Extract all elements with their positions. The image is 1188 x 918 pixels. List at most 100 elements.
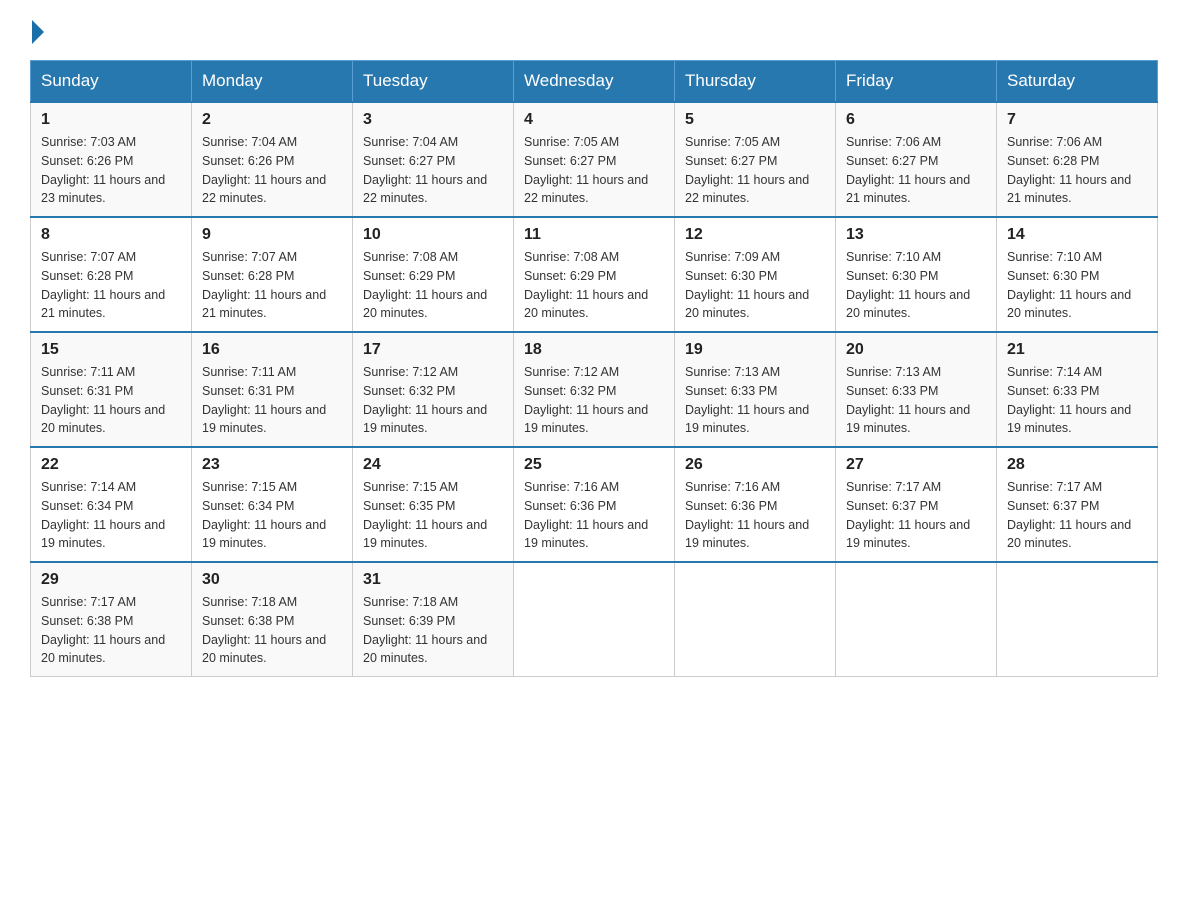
- day-info: Sunrise: 7:13 AM Sunset: 6:33 PM Dayligh…: [846, 363, 986, 438]
- day-info: Sunrise: 7:08 AM Sunset: 6:29 PM Dayligh…: [524, 248, 664, 323]
- day-number: 22: [41, 456, 181, 474]
- day-info: Sunrise: 7:15 AM Sunset: 6:34 PM Dayligh…: [202, 478, 342, 553]
- day-number: 1: [41, 111, 181, 129]
- calendar-week-row: 15 Sunrise: 7:11 AM Sunset: 6:31 PM Dayl…: [31, 332, 1158, 447]
- calendar-table: SundayMondayTuesdayWednesdayThursdayFrid…: [30, 60, 1158, 677]
- day-number: 15: [41, 341, 181, 359]
- day-number: 6: [846, 111, 986, 129]
- day-info: Sunrise: 7:11 AM Sunset: 6:31 PM Dayligh…: [202, 363, 342, 438]
- day-number: 21: [1007, 341, 1147, 359]
- calendar-cell: [997, 562, 1158, 677]
- day-number: 29: [41, 571, 181, 589]
- calendar-header-friday: Friday: [836, 61, 997, 103]
- day-info: Sunrise: 7:09 AM Sunset: 6:30 PM Dayligh…: [685, 248, 825, 323]
- day-info: Sunrise: 7:12 AM Sunset: 6:32 PM Dayligh…: [363, 363, 503, 438]
- day-number: 10: [363, 226, 503, 244]
- day-info: Sunrise: 7:14 AM Sunset: 6:34 PM Dayligh…: [41, 478, 181, 553]
- day-info: Sunrise: 7:17 AM Sunset: 6:37 PM Dayligh…: [1007, 478, 1147, 553]
- day-info: Sunrise: 7:16 AM Sunset: 6:36 PM Dayligh…: [524, 478, 664, 553]
- day-info: Sunrise: 7:17 AM Sunset: 6:37 PM Dayligh…: [846, 478, 986, 553]
- day-info: Sunrise: 7:12 AM Sunset: 6:32 PM Dayligh…: [524, 363, 664, 438]
- calendar-cell: 5 Sunrise: 7:05 AM Sunset: 6:27 PM Dayli…: [675, 102, 836, 217]
- calendar-cell: 14 Sunrise: 7:10 AM Sunset: 6:30 PM Dayl…: [997, 217, 1158, 332]
- day-info: Sunrise: 7:18 AM Sunset: 6:38 PM Dayligh…: [202, 593, 342, 668]
- day-number: 7: [1007, 111, 1147, 129]
- day-info: Sunrise: 7:11 AM Sunset: 6:31 PM Dayligh…: [41, 363, 181, 438]
- calendar-week-row: 22 Sunrise: 7:14 AM Sunset: 6:34 PM Dayl…: [31, 447, 1158, 562]
- calendar-cell: 18 Sunrise: 7:12 AM Sunset: 6:32 PM Dayl…: [514, 332, 675, 447]
- day-info: Sunrise: 7:07 AM Sunset: 6:28 PM Dayligh…: [202, 248, 342, 323]
- calendar-cell: 4 Sunrise: 7:05 AM Sunset: 6:27 PM Dayli…: [514, 102, 675, 217]
- day-info: Sunrise: 7:04 AM Sunset: 6:27 PM Dayligh…: [363, 133, 503, 208]
- calendar-cell: 13 Sunrise: 7:10 AM Sunset: 6:30 PM Dayl…: [836, 217, 997, 332]
- calendar-cell: 21 Sunrise: 7:14 AM Sunset: 6:33 PM Dayl…: [997, 332, 1158, 447]
- calendar-cell: 12 Sunrise: 7:09 AM Sunset: 6:30 PM Dayl…: [675, 217, 836, 332]
- day-number: 28: [1007, 456, 1147, 474]
- calendar-cell: 24 Sunrise: 7:15 AM Sunset: 6:35 PM Dayl…: [353, 447, 514, 562]
- page-header: [30, 20, 1158, 40]
- calendar-cell: 10 Sunrise: 7:08 AM Sunset: 6:29 PM Dayl…: [353, 217, 514, 332]
- calendar-cell: 1 Sunrise: 7:03 AM Sunset: 6:26 PM Dayli…: [31, 102, 192, 217]
- day-number: 14: [1007, 226, 1147, 244]
- calendar-cell: [514, 562, 675, 677]
- calendar-header-tuesday: Tuesday: [353, 61, 514, 103]
- day-number: 17: [363, 341, 503, 359]
- day-number: 13: [846, 226, 986, 244]
- day-info: Sunrise: 7:15 AM Sunset: 6:35 PM Dayligh…: [363, 478, 503, 553]
- calendar-cell: 22 Sunrise: 7:14 AM Sunset: 6:34 PM Dayl…: [31, 447, 192, 562]
- logo-arrow-icon: [32, 20, 44, 44]
- day-number: 2: [202, 111, 342, 129]
- day-number: 16: [202, 341, 342, 359]
- calendar-cell: 3 Sunrise: 7:04 AM Sunset: 6:27 PM Dayli…: [353, 102, 514, 217]
- calendar-header-wednesday: Wednesday: [514, 61, 675, 103]
- day-number: 30: [202, 571, 342, 589]
- day-info: Sunrise: 7:07 AM Sunset: 6:28 PM Dayligh…: [41, 248, 181, 323]
- day-number: 25: [524, 456, 664, 474]
- calendar-week-row: 1 Sunrise: 7:03 AM Sunset: 6:26 PM Dayli…: [31, 102, 1158, 217]
- day-number: 31: [363, 571, 503, 589]
- calendar-cell: [836, 562, 997, 677]
- calendar-week-row: 29 Sunrise: 7:17 AM Sunset: 6:38 PM Dayl…: [31, 562, 1158, 677]
- calendar-cell: 28 Sunrise: 7:17 AM Sunset: 6:37 PM Dayl…: [997, 447, 1158, 562]
- day-number: 5: [685, 111, 825, 129]
- calendar-header-sunday: Sunday: [31, 61, 192, 103]
- day-number: 3: [363, 111, 503, 129]
- calendar-cell: 9 Sunrise: 7:07 AM Sunset: 6:28 PM Dayli…: [192, 217, 353, 332]
- calendar-cell: 16 Sunrise: 7:11 AM Sunset: 6:31 PM Dayl…: [192, 332, 353, 447]
- day-number: 27: [846, 456, 986, 474]
- day-info: Sunrise: 7:03 AM Sunset: 6:26 PM Dayligh…: [41, 133, 181, 208]
- calendar-header-row: SundayMondayTuesdayWednesdayThursdayFrid…: [31, 61, 1158, 103]
- day-info: Sunrise: 7:17 AM Sunset: 6:38 PM Dayligh…: [41, 593, 181, 668]
- day-number: 18: [524, 341, 664, 359]
- day-number: 23: [202, 456, 342, 474]
- day-info: Sunrise: 7:05 AM Sunset: 6:27 PM Dayligh…: [524, 133, 664, 208]
- calendar-cell: 30 Sunrise: 7:18 AM Sunset: 6:38 PM Dayl…: [192, 562, 353, 677]
- calendar-cell: 19 Sunrise: 7:13 AM Sunset: 6:33 PM Dayl…: [675, 332, 836, 447]
- day-number: 26: [685, 456, 825, 474]
- calendar-cell: 27 Sunrise: 7:17 AM Sunset: 6:37 PM Dayl…: [836, 447, 997, 562]
- day-info: Sunrise: 7:14 AM Sunset: 6:33 PM Dayligh…: [1007, 363, 1147, 438]
- calendar-week-row: 8 Sunrise: 7:07 AM Sunset: 6:28 PM Dayli…: [31, 217, 1158, 332]
- calendar-cell: 20 Sunrise: 7:13 AM Sunset: 6:33 PM Dayl…: [836, 332, 997, 447]
- calendar-cell: 2 Sunrise: 7:04 AM Sunset: 6:26 PM Dayli…: [192, 102, 353, 217]
- calendar-cell: 23 Sunrise: 7:15 AM Sunset: 6:34 PM Dayl…: [192, 447, 353, 562]
- day-number: 12: [685, 226, 825, 244]
- calendar-cell: [675, 562, 836, 677]
- calendar-cell: 6 Sunrise: 7:06 AM Sunset: 6:27 PM Dayli…: [836, 102, 997, 217]
- calendar-cell: 11 Sunrise: 7:08 AM Sunset: 6:29 PM Dayl…: [514, 217, 675, 332]
- day-info: Sunrise: 7:10 AM Sunset: 6:30 PM Dayligh…: [846, 248, 986, 323]
- day-info: Sunrise: 7:18 AM Sunset: 6:39 PM Dayligh…: [363, 593, 503, 668]
- day-info: Sunrise: 7:05 AM Sunset: 6:27 PM Dayligh…: [685, 133, 825, 208]
- day-info: Sunrise: 7:04 AM Sunset: 6:26 PM Dayligh…: [202, 133, 342, 208]
- day-number: 11: [524, 226, 664, 244]
- calendar-cell: 7 Sunrise: 7:06 AM Sunset: 6:28 PM Dayli…: [997, 102, 1158, 217]
- calendar-header-monday: Monday: [192, 61, 353, 103]
- day-number: 24: [363, 456, 503, 474]
- day-number: 8: [41, 226, 181, 244]
- day-info: Sunrise: 7:06 AM Sunset: 6:28 PM Dayligh…: [1007, 133, 1147, 208]
- logo: [30, 20, 46, 40]
- day-number: 19: [685, 341, 825, 359]
- day-info: Sunrise: 7:06 AM Sunset: 6:27 PM Dayligh…: [846, 133, 986, 208]
- calendar-cell: 26 Sunrise: 7:16 AM Sunset: 6:36 PM Dayl…: [675, 447, 836, 562]
- calendar-cell: 25 Sunrise: 7:16 AM Sunset: 6:36 PM Dayl…: [514, 447, 675, 562]
